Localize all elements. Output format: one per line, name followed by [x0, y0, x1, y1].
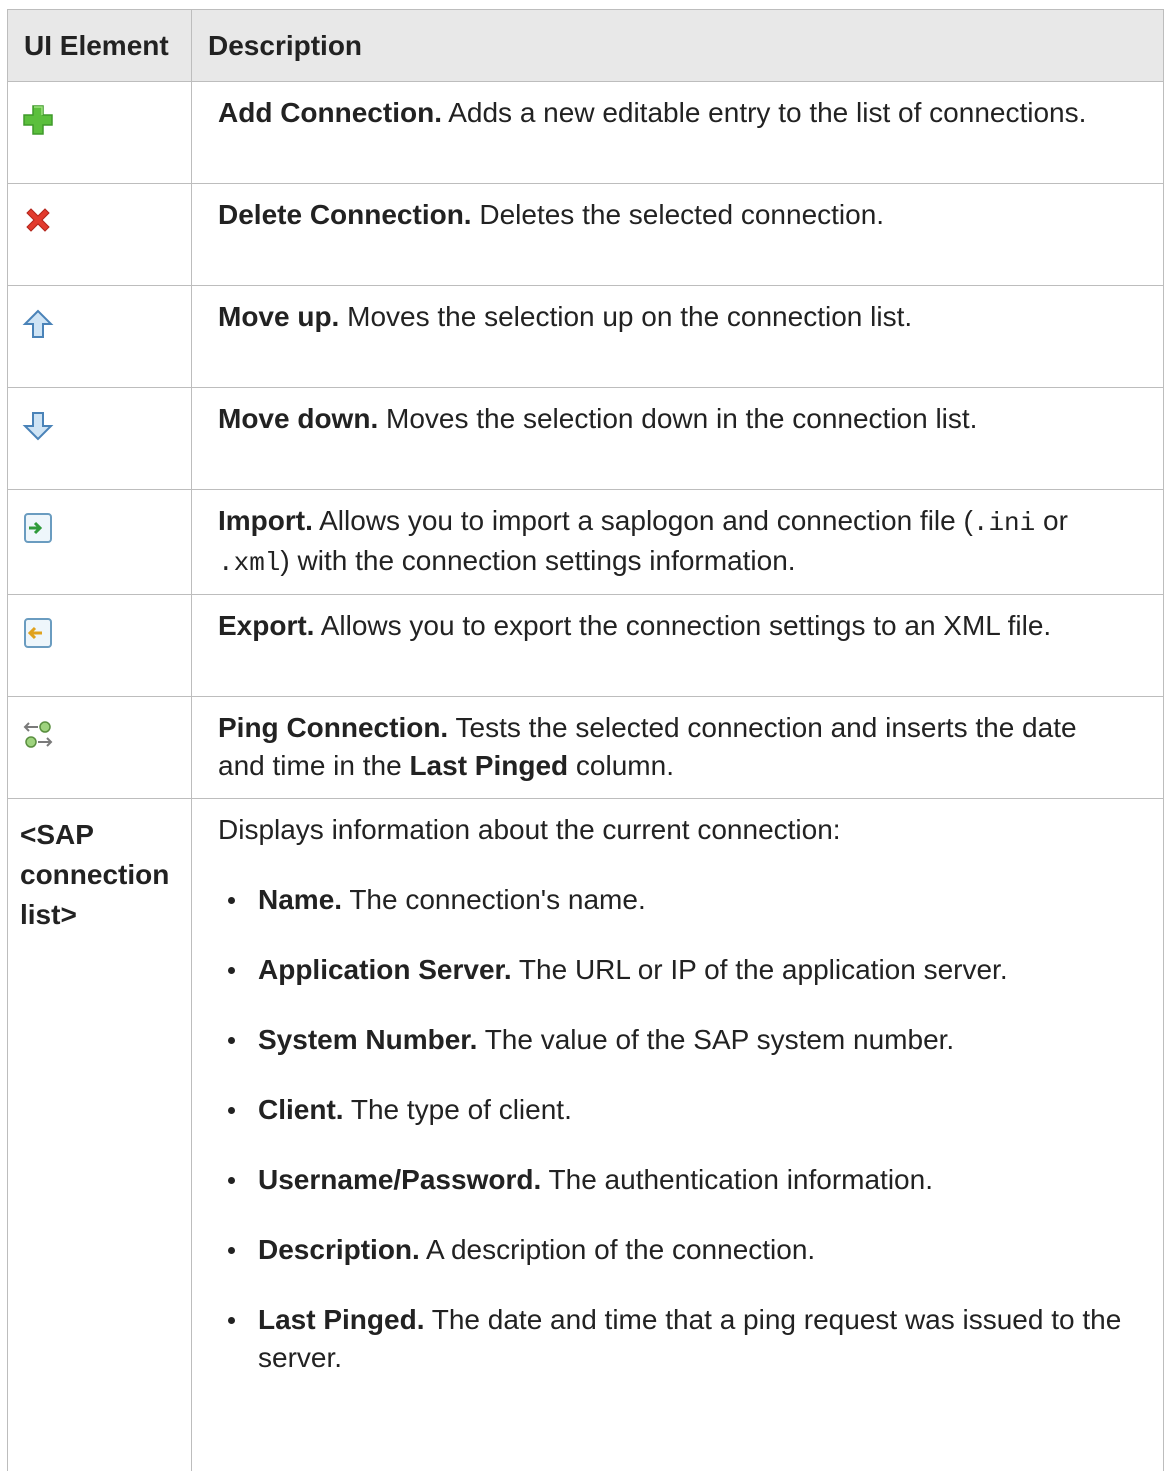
- row-title: Move up.: [218, 301, 339, 332]
- ui-element-cell: <SAP connection list>: [8, 799, 192, 1471]
- row-title: Add Connection.: [218, 97, 442, 128]
- ui-element-cell: [8, 490, 192, 595]
- list-item: Client. The type of client.: [218, 1091, 1123, 1129]
- table-row: Move up. Moves the selection up on the c…: [8, 286, 1164, 388]
- ui-elements-table: UI Element Description Add Connection. A…: [7, 9, 1164, 1471]
- row-text: Allows you to export the connection sett…: [314, 610, 1051, 641]
- item-text: The URL or IP of the application server.: [512, 954, 1008, 985]
- export-icon: [20, 615, 56, 651]
- item-text: The type of client.: [344, 1094, 572, 1125]
- row-text: Adds a new editable entry to the list of…: [442, 97, 1086, 128]
- table-row: Export. Allows you to export the connect…: [8, 595, 1164, 697]
- table-row: Add Connection. Adds a new editable entr…: [8, 82, 1164, 184]
- description-cell: Move up. Moves the selection up on the c…: [192, 286, 1164, 388]
- row-text: Deletes the selected connection.: [472, 199, 884, 230]
- item-text: The value of the SAP system number.: [477, 1024, 954, 1055]
- file-extension: .xml: [218, 548, 280, 578]
- item-term: System Number.: [258, 1024, 477, 1055]
- item-term: Client.: [258, 1094, 344, 1125]
- file-extension: .ini: [973, 508, 1035, 538]
- table-row: Delete Connection. Deletes the selected …: [8, 184, 1164, 286]
- table-row: <SAP connection list> Displays informati…: [8, 799, 1164, 1471]
- table-row: Ping Connection. Tests the selected conn…: [8, 697, 1164, 799]
- description-cell: Delete Connection. Deletes the selected …: [192, 184, 1164, 286]
- item-text: A description of the connection.: [420, 1234, 815, 1265]
- list-item: Description. A description of the connec…: [218, 1231, 1123, 1269]
- list-item: Application Server. The URL or IP of the…: [218, 951, 1123, 989]
- row-title: Delete Connection.: [218, 199, 472, 230]
- ui-element-cell: [8, 286, 192, 388]
- ui-element-cell: [8, 82, 192, 184]
- row-text: ) with the connection settings informati…: [280, 545, 795, 576]
- row-text: column.: [568, 750, 674, 781]
- row-title: Import.: [218, 505, 313, 536]
- description-cell: Add Connection. Adds a new editable entr…: [192, 82, 1164, 184]
- ui-element-cell: [8, 697, 192, 799]
- import-icon: [20, 510, 56, 546]
- ui-element-cell: [8, 184, 192, 286]
- item-term: Application Server.: [258, 954, 512, 985]
- table-header-row: UI Element Description: [8, 10, 1164, 82]
- table-row: Import. Allows you to import a saplogon …: [8, 490, 1164, 595]
- row-text: Allows you to import a saplogon and conn…: [313, 505, 973, 536]
- description-cell: Ping Connection. Tests the selected conn…: [192, 697, 1164, 799]
- add-connection-icon: [20, 102, 56, 138]
- row-title: Move down.: [218, 403, 378, 434]
- list-item: Username/Password. The authentication in…: [218, 1161, 1123, 1199]
- header-ui-element: UI Element: [8, 10, 192, 82]
- move-up-icon: [20, 306, 56, 342]
- description-cell: Displays information about the current c…: [192, 799, 1164, 1471]
- row-text: Moves the selection down in the connecti…: [378, 403, 977, 434]
- row-text: Moves the selection up on the connection…: [339, 301, 912, 332]
- item-term: Name.: [258, 884, 342, 915]
- row-text: or: [1035, 505, 1068, 536]
- ui-element-cell: [8, 595, 192, 697]
- list-intro: Displays information about the current c…: [218, 811, 1123, 849]
- connection-fields-list: Name. The connection's name. Application…: [218, 881, 1123, 1377]
- item-term: Username/Password.: [258, 1164, 541, 1195]
- description-cell: Export. Allows you to export the connect…: [192, 595, 1164, 697]
- header-description: Description: [192, 10, 1164, 82]
- ping-connection-icon: [20, 717, 56, 753]
- delete-connection-icon: [20, 204, 56, 240]
- item-term: Description.: [258, 1234, 420, 1265]
- item-term: Last Pinged.: [258, 1304, 424, 1335]
- list-item: Name. The connection's name.: [218, 881, 1123, 919]
- table-row: Move down. Moves the selection down in t…: [8, 388, 1164, 490]
- description-cell: Import. Allows you to import a saplogon …: [192, 490, 1164, 595]
- sap-connection-list-label: <SAP connection list>: [20, 815, 179, 935]
- ui-element-cell: [8, 388, 192, 490]
- list-item: Last Pinged. The date and time that a pi…: [218, 1301, 1123, 1377]
- row-title: Export.: [218, 610, 314, 641]
- move-down-icon: [20, 408, 56, 444]
- item-text: The authentication information.: [541, 1164, 933, 1195]
- row-emphasis: Last Pinged: [409, 750, 568, 781]
- description-cell: Move down. Moves the selection down in t…: [192, 388, 1164, 490]
- row-title: Ping Connection.: [218, 712, 448, 743]
- item-text: The connection's name.: [342, 884, 646, 915]
- list-item: System Number. The value of the SAP syst…: [218, 1021, 1123, 1059]
